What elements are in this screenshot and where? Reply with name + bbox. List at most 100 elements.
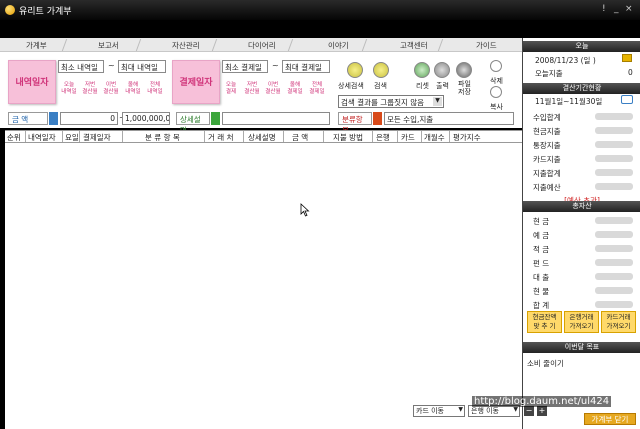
quick-this-period-tx-button[interactable]: 이번 결산월 (102, 82, 120, 104)
import-bank-button[interactable]: 은행거래 가져오기 (564, 311, 599, 333)
close-window-button[interactable]: × (625, 4, 633, 14)
col-category[interactable]: 분 류 항 목 (145, 132, 180, 143)
detail-search-label: 상세검색 (338, 82, 364, 90)
col-tx-date[interactable]: 내역일자 (28, 132, 56, 143)
col-divider (79, 131, 80, 142)
quick-last-period-pay-button[interactable]: 저번 결산월 (243, 82, 261, 104)
col-card[interactable]: 카드 (401, 132, 415, 143)
card-move-select[interactable]: 카드 이동 ▼ (413, 405, 465, 417)
expense-total-value (595, 169, 633, 176)
help-window-button[interactable]: ! (602, 4, 606, 14)
settings-icon[interactable] (621, 95, 633, 104)
detail-label: 상세설명 (176, 112, 210, 135)
col-pay-date[interactable]: 결제일자 (83, 132, 111, 143)
tab-divider (211, 39, 218, 51)
category-field[interactable]: 모든 수입,지출 (384, 112, 514, 125)
col-description[interactable]: 상세설명 (248, 132, 276, 143)
quick-today-tx-button[interactable]: 오늘 내역일 (60, 82, 78, 104)
card-move-value: 카드 이동 (416, 407, 444, 415)
tx-date-from-field[interactable]: 최소 내역일 (58, 60, 104, 73)
detail-description-field[interactable] (222, 112, 330, 125)
asset-deposit-value (595, 231, 633, 238)
zoom-out-button[interactable]: − (524, 406, 534, 416)
asset-savings-label: 적 금 (533, 245, 550, 254)
asset-fund-label: 펀 드 (533, 259, 550, 268)
print-icon[interactable] (434, 62, 450, 78)
cash-balance-adjust-button[interactable]: 현금잔액 맞 추 기 (527, 311, 562, 333)
window-title: 유리트 가계부 (19, 7, 72, 17)
quick-all-pay-button[interactable]: 전체 결제일 (308, 82, 326, 104)
col-payment-method[interactable]: 지불 방법 (333, 132, 363, 143)
col-divider (421, 131, 422, 142)
quick-all-tx-button[interactable]: 전체 내역일 (146, 82, 164, 104)
asset-total-label: 합 계 (533, 301, 550, 310)
bank-expense-label: 통장지출 (533, 141, 561, 150)
quick-today-pay-button[interactable]: 오늘 결제 (222, 82, 240, 104)
today-expense-value: 0 (628, 68, 633, 77)
amount-to-field[interactable]: 1,000,000,000 (122, 112, 170, 125)
col-divider (204, 131, 205, 142)
quick-this-period-pay-button[interactable]: 이번 결산월 (264, 82, 282, 104)
tx-date-to-field[interactable]: 최대 내역일 (118, 60, 166, 73)
detail-color-marker (211, 112, 220, 125)
col-divider (243, 131, 244, 142)
tab-diary[interactable]: 다이어리 (248, 40, 276, 51)
tab-support[interactable]: 고객센터 (400, 40, 428, 51)
col-divider (25, 131, 26, 142)
search-icon[interactable] (373, 62, 389, 78)
delete-icon[interactable] (490, 60, 502, 72)
calendar-icon[interactable] (622, 54, 632, 62)
asset-fund-value (595, 259, 633, 266)
ledger-table-body[interactable] (5, 143, 522, 429)
minimize-window-button[interactable]: _ (614, 4, 619, 14)
zoom-in-button[interactable]: + (537, 406, 547, 416)
tab-story[interactable]: 이야기 (328, 40, 349, 51)
col-amount[interactable]: 금 액 (292, 132, 308, 143)
tab-guide[interactable]: 가이드 (476, 40, 497, 51)
goal-text[interactable]: 소비 줄이기 (527, 358, 564, 369)
col-rank[interactable]: 순위 (7, 132, 21, 143)
tab-report[interactable]: 보고서 (98, 40, 119, 51)
asset-cash-value (595, 217, 633, 224)
detail-search-icon[interactable] (347, 62, 363, 78)
amount-label: 금 액 (8, 112, 48, 125)
search-panel: 내역일자 최소 내역일 ~ 최대 내역일 오늘 내역일 저번 결산월 이번 결산… (0, 52, 522, 135)
col-months[interactable]: 개월수 (424, 132, 445, 143)
pay-date-from-field[interactable]: 최소 결제일 (222, 60, 268, 73)
main-tab-bar: 가계부 보고서 자산관리 다이어리 이야기 고객센터 가이드 (0, 38, 522, 52)
app-logo-icon (5, 5, 15, 15)
col-weekday[interactable]: 요일 (65, 132, 79, 143)
col-bank[interactable]: 은행 (376, 132, 390, 143)
copy-icon[interactable] (490, 86, 502, 98)
transaction-date-sticky[interactable]: 내역일자 (8, 60, 56, 104)
today-header: 오늘 (523, 41, 640, 52)
save-file-icon[interactable] (456, 62, 472, 78)
payment-date-sticky[interactable]: 결제일자 (172, 60, 220, 104)
reset-icon[interactable] (414, 62, 430, 78)
tab-divider (361, 39, 368, 51)
period-header: 결산기간현황 (523, 83, 640, 94)
tab-ledger[interactable]: 가계부 (26, 40, 47, 51)
pay-date-to-field[interactable]: 최대 결제일 (282, 60, 330, 73)
group-results-select[interactable]: 검색 결과를 그룹짓지 않음 ▼ (338, 95, 444, 108)
copy-label: 복사 (490, 103, 503, 111)
col-divider (397, 131, 398, 142)
asset-goods-label: 현 물 (533, 287, 550, 296)
transaction-date-label: 내역일자 (15, 78, 49, 88)
cash-expense-value (595, 127, 633, 134)
close-ledger-button[interactable]: 가계부 닫기 (584, 413, 636, 425)
tab-assets[interactable]: 자산관리 (172, 40, 200, 51)
col-vendor[interactable]: 거 래 처 (208, 132, 233, 143)
amount-from-field[interactable]: 0 (60, 112, 118, 125)
col-rating[interactable]: 평가지수 (453, 132, 481, 143)
today-expense-label: 오늘지출 (535, 69, 563, 78)
quick-this-year-pay-button[interactable]: 올해 결제일 (286, 82, 304, 104)
import-card-button[interactable]: 카드거래 가져오기 (601, 311, 636, 333)
goal-header: 이번달 목표 (523, 342, 640, 353)
payment-date-label: 결제일자 (179, 78, 213, 88)
tab-divider (287, 39, 294, 51)
summary-sidebar: 오늘 2008/11/23 (일 ) 오늘지출 0 결산기간현황 11월1일~1… (522, 38, 640, 429)
card-expense-label: 카드지출 (533, 155, 561, 164)
quick-this-year-tx-button[interactable]: 올해 내역일 (124, 82, 142, 104)
quick-last-period-tx-button[interactable]: 저번 결산월 (81, 82, 99, 104)
